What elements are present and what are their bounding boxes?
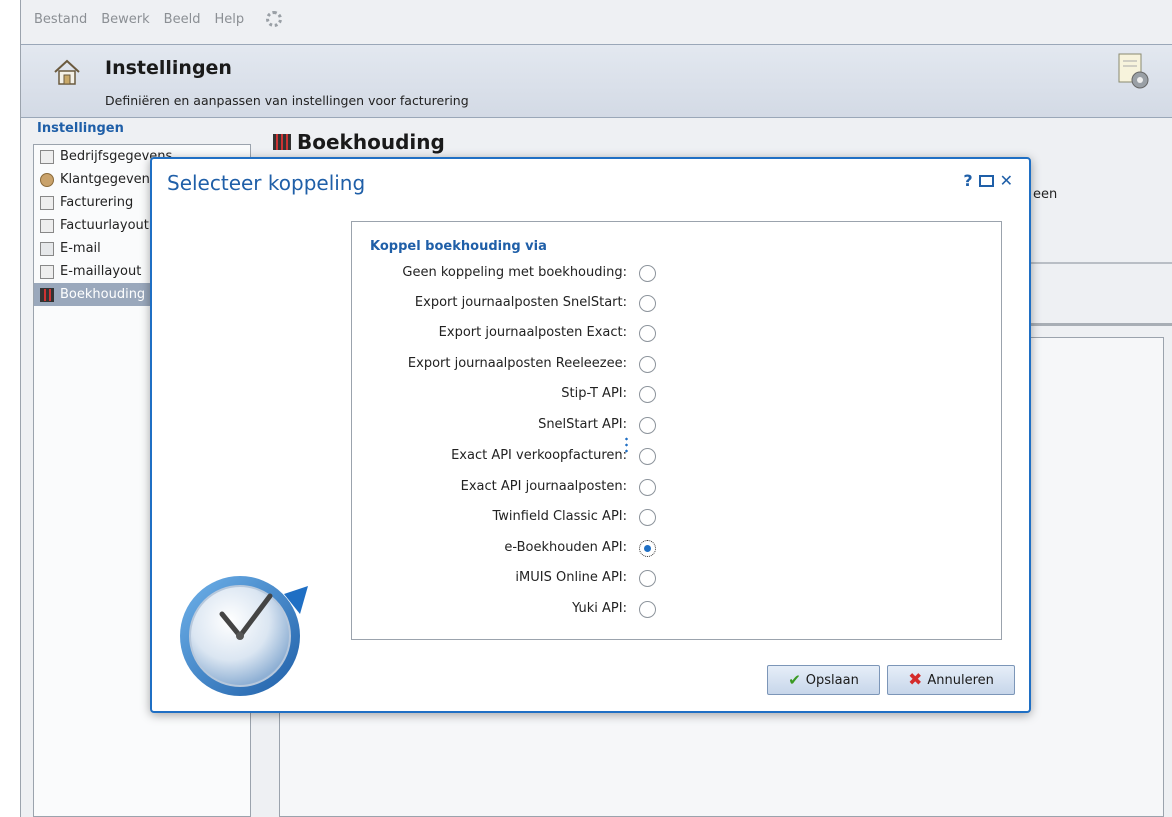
nav-heading: Instellingen	[37, 121, 124, 136]
option-row: e-Boekhouden API:	[352, 538, 656, 560]
dialog-controls: ? ✕	[963, 171, 1013, 190]
section-title: Boekhouding	[273, 130, 445, 154]
options-panel: Koppel boekhouding via Geen koppeling me…	[351, 221, 1002, 640]
layout-icon	[40, 218, 54, 233]
ledger-icon	[40, 287, 54, 302]
mail-icon	[40, 241, 54, 256]
select-link-dialog: Selecteer koppeling ? ✕ Koppel boekhoudi…	[150, 157, 1031, 713]
background-text: een	[1033, 187, 1058, 202]
gear-icon[interactable]	[266, 11, 283, 27]
radio-exact-api-journaalposten[interactable]	[639, 479, 656, 496]
ledger-icon	[273, 134, 291, 150]
radio-e-boekhouden-api[interactable]	[639, 540, 656, 557]
option-row: Twinfield Classic API:	[352, 507, 656, 529]
option-row: Export journaalposten SnelStart:	[352, 293, 656, 315]
radio-export-snelstart[interactable]	[639, 295, 656, 312]
check-icon: ✔	[788, 671, 801, 689]
radio-exact-api-verkoopfacturen[interactable]	[639, 448, 656, 465]
menu-bewerk[interactable]: Bewerk	[101, 12, 149, 27]
layout-icon	[40, 264, 54, 279]
page-subtitle: Definiëren en aanpassen van instellingen…	[105, 93, 469, 108]
menu-bestand[interactable]: Bestand	[34, 12, 87, 27]
option-row: Exact API journaalposten:	[352, 477, 656, 499]
option-row: Export journaalposten Exact:	[352, 323, 656, 345]
home-icon	[54, 59, 80, 85]
menu-help[interactable]: Help	[214, 12, 244, 27]
cross-icon: ✖	[908, 670, 923, 690]
option-row: Exact API verkoopfacturen:	[352, 446, 656, 468]
settings-document-icon	[1118, 53, 1149, 89]
radio-geen-koppeling[interactable]	[639, 265, 656, 282]
help-icon[interactable]: ?	[963, 171, 972, 190]
option-row: Yuki API:	[352, 599, 656, 621]
option-row: Export journaalposten Reeleezee:	[352, 354, 656, 376]
radio-export-reeleezee[interactable]	[639, 356, 656, 373]
user-icon	[40, 172, 54, 187]
radio-export-exact[interactable]	[639, 325, 656, 342]
option-row: SnelStart API:	[352, 415, 656, 437]
menu-bar: Bestand Bewerk Beeld Help	[21, 0, 1172, 38]
page-title: Instellingen	[105, 57, 232, 79]
option-row: iMUIS Online API:	[352, 568, 656, 590]
radio-yuki-api[interactable]	[639, 601, 656, 618]
drag-handle[interactable]	[625, 436, 628, 454]
invoice-icon	[40, 195, 54, 210]
radio-twinfield-classic-api[interactable]	[639, 509, 656, 526]
building-icon	[40, 149, 54, 164]
option-row: Stip-T API:	[352, 384, 656, 406]
save-button[interactable]: ✔ Opslaan	[767, 665, 880, 695]
menu-beeld[interactable]: Beeld	[164, 12, 201, 27]
radio-stip-t-api[interactable]	[639, 386, 656, 403]
dialog-title: Selecteer koppeling	[167, 171, 366, 195]
radio-snelstart-api[interactable]	[639, 417, 656, 434]
option-row: Geen koppeling met boekhouding:	[352, 263, 656, 285]
radio-imuis-online-api[interactable]	[639, 570, 656, 587]
cancel-button[interactable]: ✖ Annuleren	[887, 665, 1015, 695]
close-icon[interactable]: ✕	[1000, 171, 1013, 190]
maximize-icon[interactable]	[978, 174, 994, 187]
clock-sync-icon	[180, 576, 308, 696]
page-header: Instellingen Definiëren en aanpassen van…	[21, 44, 1172, 118]
group-heading: Koppel boekhouding via	[370, 239, 547, 254]
